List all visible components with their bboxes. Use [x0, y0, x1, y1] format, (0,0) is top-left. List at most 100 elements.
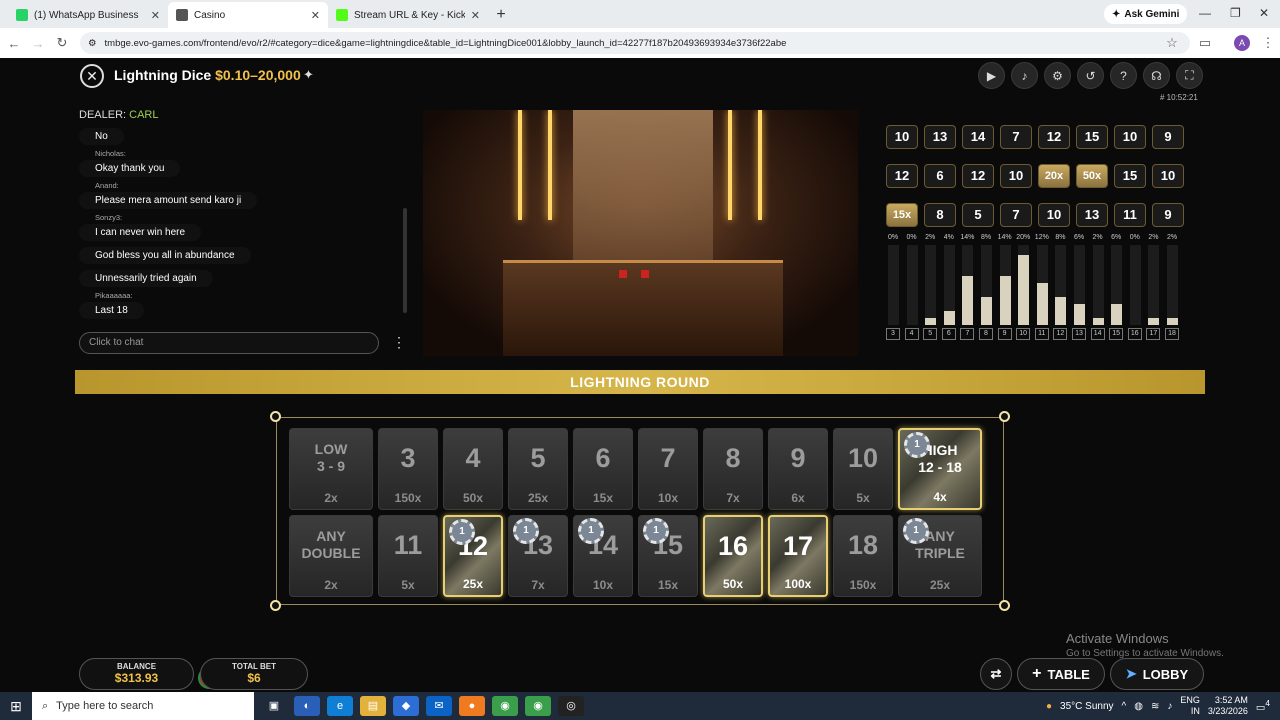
stat-label: 8: [979, 328, 993, 340]
bet-spot[interactable]: 10 5x: [833, 428, 893, 510]
bet-spot[interactable]: 14 10x 1: [573, 515, 633, 597]
bet-spot[interactable]: 18 150x: [833, 515, 893, 597]
history-icon[interactable]: ↺: [1077, 62, 1104, 89]
weather-text[interactable]: 35°C Sunny: [1060, 701, 1113, 712]
bet-spot[interactable]: 3 150x: [378, 428, 438, 510]
game-toolbar: ▶ ♪ ⚙ ↺? ☊ ⛶: [978, 62, 1203, 89]
bet-spot[interactable]: 4 50x: [443, 428, 503, 510]
help-icon[interactable]: ?: [1110, 62, 1137, 89]
stat-column: 8% 12: [1053, 234, 1068, 342]
browser-tab[interactable]: Casino ✕: [168, 2, 328, 28]
menu-icon[interactable]: ⋮: [1256, 35, 1280, 51]
file-explorer-icon[interactable]: ▤: [360, 696, 386, 716]
history-result: 12: [962, 164, 994, 188]
close-tab-icon[interactable]: ✕: [151, 9, 160, 22]
dealer-caption: DEALER:: [79, 109, 127, 121]
bet-spot[interactable]: 11 5x: [378, 515, 438, 597]
tab-title: Stream URL & Key - Kick Dashb: [354, 9, 465, 21]
minimize-button[interactable]: —: [1199, 6, 1211, 20]
stat-track: [1148, 245, 1160, 325]
chrome-icon[interactable]: ◉: [492, 696, 518, 716]
time: 3:52 AM: [1214, 695, 1248, 705]
site-info-icon[interactable]: ⚙: [88, 38, 97, 49]
settings-icon[interactable]: ⚙: [1044, 62, 1071, 89]
task-view-icon[interactable]: ▣: [261, 696, 287, 716]
url-bar[interactable]: ⚙ tmbge.evo-games.com/frontend/evo/r2/#c…: [80, 32, 1190, 54]
reset-view-button[interactable]: ⇄: [980, 658, 1012, 690]
fullscreen-icon[interactable]: ⛶: [1176, 62, 1203, 89]
clock[interactable]: 3:52 AM 3/23/2026: [1208, 695, 1248, 717]
cast-icon[interactable]: ▭: [1193, 35, 1217, 51]
notification-icon[interactable]: ▭4: [1256, 698, 1270, 713]
bet-limits: $0.10–20,000: [215, 67, 301, 83]
payout-multiplier: 5x: [856, 491, 870, 505]
edge-icon[interactable]: e: [327, 696, 353, 716]
app-icon[interactable]: ◎: [558, 696, 584, 716]
copilot-icon[interactable]: ◐: [294, 696, 320, 716]
history-result: 5: [962, 203, 994, 227]
lobby-button[interactable]: ➤ LOBBY: [1110, 658, 1204, 690]
close-tab-icon[interactable]: ✕: [471, 9, 480, 22]
table-label: TABLE: [1047, 666, 1090, 682]
lobby-label: LOBBY: [1142, 666, 1189, 682]
new-tab-button[interactable]: +: [488, 2, 514, 28]
tray-chevron-icon[interactable]: ^: [1122, 701, 1127, 712]
bet-spot[interactable]: 15 15x 1: [638, 515, 698, 597]
bet-spot[interactable]: ANY DOUBLE 2x: [289, 515, 373, 597]
chat-text: Okay thank you: [79, 160, 180, 177]
stat-percent: 12%: [1034, 234, 1049, 241]
history-result: 9: [1152, 125, 1184, 149]
chat-more-icon[interactable]: ⋮: [392, 334, 406, 351]
bet-spot[interactable]: 6 15x: [573, 428, 633, 510]
bet-spot[interactable]: HIGH 12 - 18 4x 1: [898, 428, 982, 510]
volume-tray-icon[interactable]: ♪: [1167, 701, 1172, 712]
forward-icon[interactable]: →: [26, 36, 50, 51]
network-icon[interactable]: ◍: [1134, 701, 1143, 712]
bet-spot[interactable]: 12 25x 1: [443, 515, 503, 597]
maximize-button[interactable]: ❐: [1230, 6, 1241, 20]
chrome-profile-icon[interactable]: ◉: [525, 696, 551, 716]
wifi-icon[interactable]: ≋: [1151, 701, 1159, 712]
stat-column: 2% 5: [923, 234, 938, 342]
bet-spot[interactable]: 17 100x: [768, 515, 828, 597]
store-icon[interactable]: ◆: [393, 696, 419, 716]
reload-icon[interactable]: ↻: [50, 35, 74, 51]
close-tab-icon[interactable]: ✕: [311, 9, 320, 22]
taskbar-search[interactable]: ⌕ Type here to search: [32, 692, 254, 720]
bet-spot[interactable]: 13 7x 1: [508, 515, 568, 597]
chat-scrollbar[interactable]: [403, 208, 407, 313]
bet-spot[interactable]: 7 10x: [638, 428, 698, 510]
bet-spot[interactable]: LOW 3 - 9 2x: [289, 428, 373, 510]
bet-spot[interactable]: ANY TRIPLE 25x 1: [898, 515, 982, 597]
stat-bar: [1036, 283, 1048, 325]
windows-start-icon[interactable]: ⊞: [0, 698, 32, 715]
outlook-icon[interactable]: ✉: [426, 696, 452, 716]
light-column: [728, 110, 732, 220]
browser-tab[interactable]: (1) WhatsApp Business ✕: [8, 2, 168, 28]
firefox-icon[interactable]: ●: [459, 696, 485, 716]
close-window-button[interactable]: ✕: [1259, 6, 1269, 20]
ask-gemini-button[interactable]: ✦ Ask Gemini: [1104, 4, 1188, 24]
back-icon[interactable]: ←: [2, 36, 26, 51]
bet-spot[interactable]: 5 25x: [508, 428, 568, 510]
payout-multiplier: 50x: [722, 577, 744, 591]
table-button[interactable]: + TABLE: [1017, 658, 1105, 690]
profile-avatar[interactable]: A: [1234, 35, 1250, 51]
video-icon[interactable]: ▶: [978, 62, 1005, 89]
language-indicator[interactable]: ENG IN: [1180, 695, 1200, 717]
bet-spot[interactable]: 8 7x: [703, 428, 763, 510]
headset-icon[interactable]: ☊: [1143, 62, 1170, 89]
dice-tower: [573, 110, 713, 260]
close-game-button[interactable]: ✕: [80, 64, 104, 88]
chat-text: Please mera amount send karo ji: [79, 192, 257, 209]
volume-icon[interactable]: ♪: [1011, 62, 1038, 89]
stat-bar: [1111, 304, 1123, 325]
stat-percent: 14%: [997, 234, 1012, 241]
bet-spot[interactable]: 9 6x: [768, 428, 828, 510]
bet-spot[interactable]: 16 50x: [703, 515, 763, 597]
chat-input[interactable]: Click to chat: [79, 332, 379, 354]
browser-tab[interactable]: Stream URL & Key - Kick Dashb ✕: [328, 2, 488, 28]
bookmark-star-icon[interactable]: ☆: [1160, 35, 1184, 51]
pin-icon[interactable]: ✦: [303, 67, 314, 83]
stat-track: [1167, 245, 1178, 325]
